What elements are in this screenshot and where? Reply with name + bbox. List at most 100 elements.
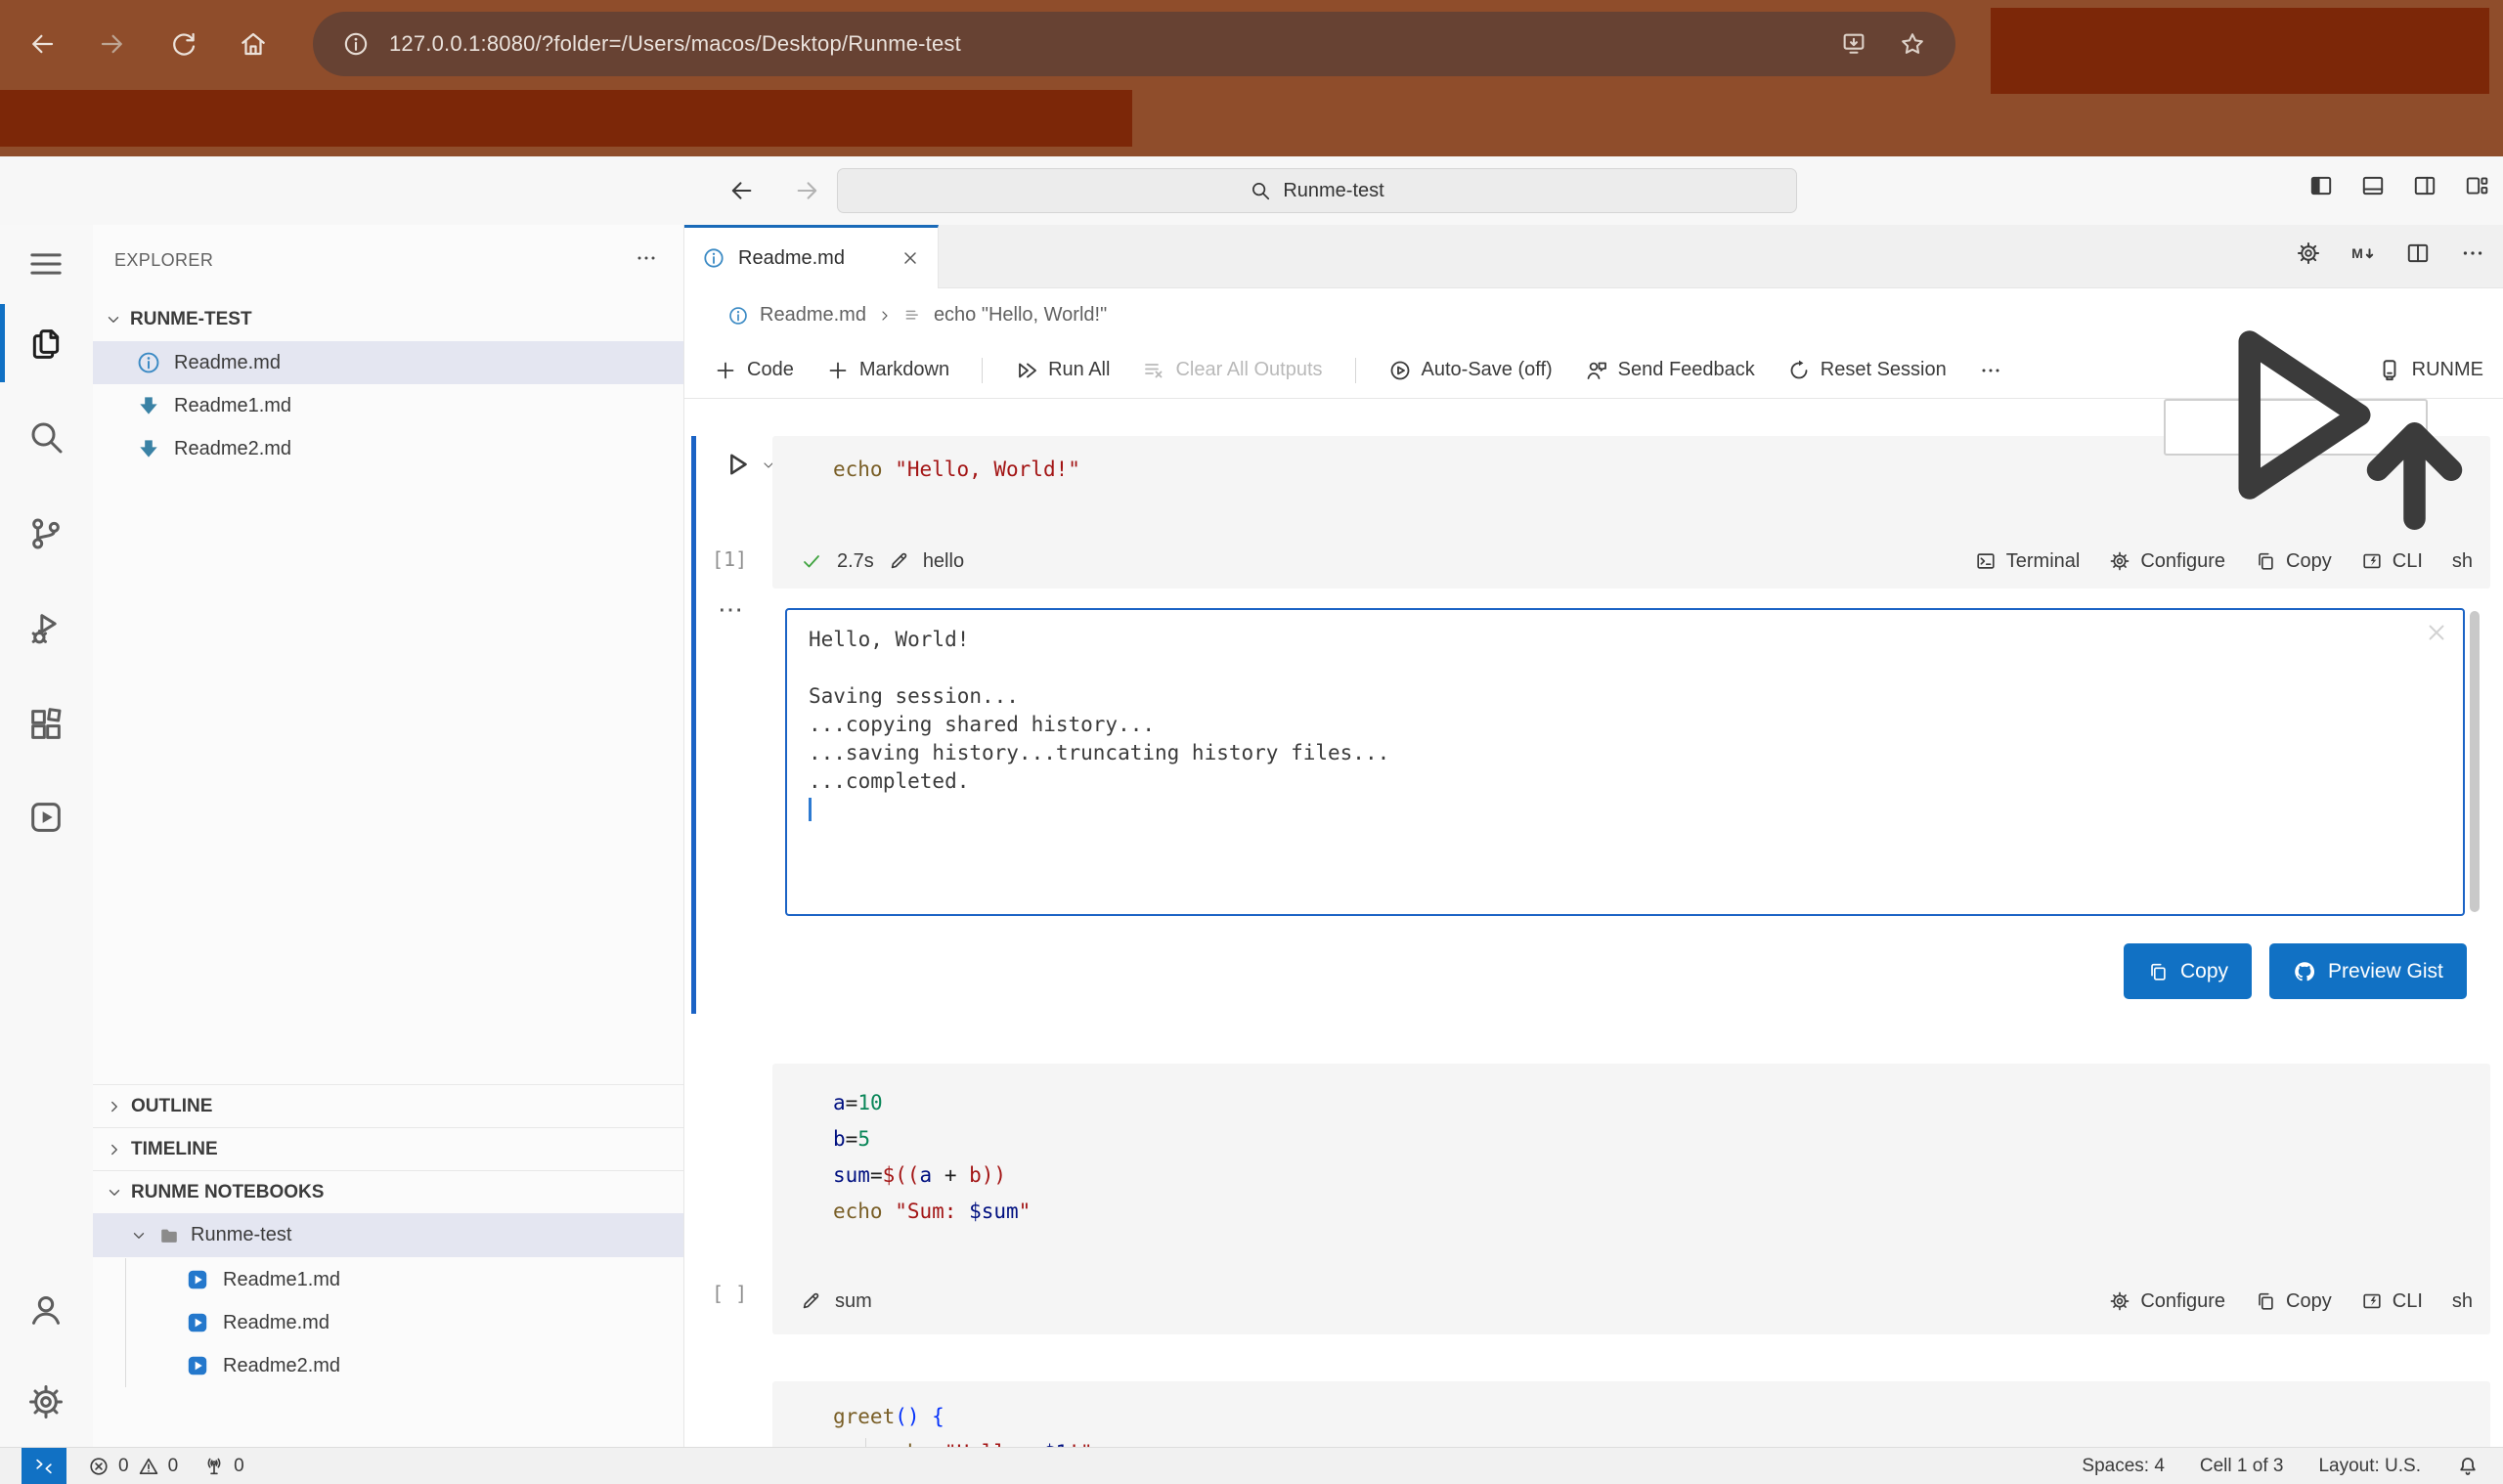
- activity-extensions[interactable]: [26, 705, 66, 744]
- pencil-icon[interactable]: [888, 550, 909, 572]
- status-layout[interactable]: Layout: U.S.: [2318, 1456, 2421, 1477]
- cell-name[interactable]: sum: [835, 1290, 872, 1313]
- cell-action-cli[interactable]: CLI: [2361, 1290, 2423, 1313]
- problems-indicator[interactable]: 0 0: [88, 1456, 178, 1477]
- run-cell-button[interactable]: [721, 448, 754, 481]
- cell-hover-toolbar: [2164, 399, 2428, 456]
- cell-action-terminal[interactable]: Terminal: [1975, 550, 2081, 573]
- cell-code[interactable]: a=10b=5sum=$((a + b))echo "Sum: $sum": [833, 1085, 1031, 1230]
- activity-menu[interactable]: [26, 244, 66, 284]
- toolbar-send-feedback[interactable]: Send Feedback: [1585, 359, 1755, 382]
- browser-reload-icon[interactable]: [168, 29, 198, 59]
- toolbar-more[interactable]: [1979, 359, 2002, 382]
- notifications-bell-icon[interactable]: [2456, 1455, 2480, 1478]
- workspace-section-header[interactable]: RUNME-TEST: [105, 301, 252, 338]
- cell-action-copy[interactable]: Copy: [2255, 1290, 2332, 1313]
- ports-count: 0: [234, 1456, 244, 1477]
- activity-search[interactable]: [26, 417, 66, 457]
- cell-output[interactable]: Hello, World! Saving session... ...copyi…: [785, 608, 2465, 916]
- close-icon[interactable]: [900, 248, 920, 268]
- vscode-titlebar: Runme-test: [0, 156, 2503, 225]
- install-app-icon[interactable]: [1840, 30, 1867, 58]
- notebooks-folder-row[interactable]: Runme-test: [93, 1213, 683, 1257]
- activity-runme-notebooks[interactable]: [26, 798, 66, 837]
- command-center[interactable]: Runme-test: [837, 168, 1797, 213]
- code-cell-2[interactable]: a=10b=5sum=$((a + b))echo "Sum: $sum" su…: [772, 1064, 2490, 1334]
- toolbar-reset-session[interactable]: Reset Session: [1787, 359, 1947, 382]
- activity-bar: [0, 225, 93, 1447]
- status-spaces[interactable]: Spaces: 4: [2082, 1456, 2165, 1477]
- activity-source-control[interactable]: [26, 514, 66, 553]
- runme-activity-icon: [26, 798, 66, 837]
- toolbar-run-all[interactable]: Run All: [1015, 359, 1110, 382]
- breadcrumb-file[interactable]: Readme.md: [760, 304, 866, 327]
- activity-run-debug[interactable]: [26, 609, 66, 648]
- toolbar-markdown[interactable]: Markdown: [826, 359, 949, 382]
- search-icon: [1250, 180, 1271, 201]
- activity-settings[interactable]: [26, 1382, 66, 1421]
- run-all-icon: [1015, 359, 1038, 382]
- activity-accounts[interactable]: [26, 1290, 66, 1330]
- file-row-Readme1.md[interactable]: Readme1.md: [93, 384, 683, 427]
- remote-icon: [33, 1456, 55, 1477]
- history-forward-icon[interactable]: [794, 177, 821, 204]
- copy-button[interactable]: Copy: [2124, 943, 2252, 999]
- breadcrumb-cell[interactable]: echo "Hello, World!": [934, 304, 1107, 327]
- toolbar-clear-all-outputs[interactable]: Clear All Outputs: [1142, 359, 1322, 382]
- file-label: Readme1.md: [223, 1269, 340, 1291]
- customize-layout-icon[interactable]: [2464, 173, 2489, 198]
- browser-back-icon[interactable]: [27, 29, 57, 59]
- toggle-secondary-sidebar-icon[interactable]: [2412, 173, 2437, 198]
- cell-action-sh[interactable]: sh: [2452, 1290, 2473, 1313]
- file-row-Readme.md[interactable]: Readme.md: [93, 341, 683, 384]
- history-back-icon[interactable]: [727, 177, 755, 204]
- code-cell-3[interactable]: greet() { echo "Hello, $1!": [772, 1381, 2490, 1447]
- file-row-Readme2.md[interactable]: Readme2.md: [93, 427, 683, 470]
- output-scrollbar[interactable]: [2470, 611, 2480, 912]
- browser-home-icon[interactable]: [239, 29, 268, 59]
- ports-indicator[interactable]: 0: [203, 1456, 244, 1477]
- markdown-preview-icon[interactable]: M: [2350, 240, 2376, 266]
- toolbar-code[interactable]: Code: [714, 359, 794, 382]
- more-actions-icon[interactable]: [2460, 240, 2485, 266]
- split-editor-icon[interactable]: [2405, 240, 2431, 266]
- cell-action-configure[interactable]: Configure: [2109, 1290, 2225, 1313]
- sidebar-section-outline[interactable]: OUTLINE: [93, 1084, 683, 1127]
- browser-forward-icon[interactable]: [98, 29, 127, 59]
- status-cell-position[interactable]: Cell 1 of 3: [2200, 1456, 2284, 1477]
- notebook-row-Readme1.md[interactable]: Readme1.md: [93, 1258, 683, 1301]
- sidebar-section-timeline[interactable]: TIMELINE: [93, 1127, 683, 1170]
- remote-indicator[interactable]: [22, 1448, 66, 1484]
- reset-icon: [1787, 359, 1811, 382]
- toolbar-auto-save-off-[interactable]: Auto-Save (off): [1388, 359, 1553, 382]
- gear-icon: [26, 1382, 66, 1421]
- execute-above-icon[interactable]: [2182, 281, 2476, 574]
- preview-gist-button[interactable]: Preview Gist: [2269, 943, 2467, 999]
- sidebar-section-runme-notebooks[interactable]: RUNME NOTEBOOKS: [93, 1170, 683, 1213]
- explorer-more-icon[interactable]: [635, 246, 658, 270]
- file-info-icon: [727, 305, 749, 327]
- gear-icon[interactable]: [2296, 240, 2321, 266]
- toggle-sidebar-icon[interactable]: [2308, 173, 2334, 198]
- bookmark-star-icon[interactable]: [1899, 30, 1926, 58]
- execute-below-icon[interactable]: [2476, 281, 2503, 574]
- chevron-down-icon: [130, 1227, 148, 1244]
- address-bar[interactable]: 127.0.0.1:8080/?folder=/Users/macos/Desk…: [313, 12, 1955, 76]
- cell-code[interactable]: echo "Hello, World!": [833, 452, 1080, 488]
- notebook-row-Readme.md[interactable]: Readme.md: [93, 1301, 683, 1344]
- activity-explorer[interactable]: [26, 325, 66, 364]
- toggle-panel-icon[interactable]: [2360, 173, 2386, 198]
- warning-count: 0: [168, 1456, 179, 1477]
- action-label: sh: [2452, 1290, 2473, 1313]
- svg-text:M: M: [2351, 245, 2363, 261]
- output-gutter-dots[interactable]: ⋯: [718, 594, 745, 625]
- url-text[interactable]: 127.0.0.1:8080/?folder=/Users/macos/Desk…: [389, 31, 961, 57]
- tab-readme[interactable]: Readme.md: [684, 225, 939, 288]
- cell-name[interactable]: hello: [923, 550, 964, 573]
- notebook-row-Readme2.md[interactable]: Readme2.md: [93, 1344, 683, 1387]
- pencil-icon[interactable]: [800, 1290, 821, 1312]
- site-info-icon[interactable]: [342, 30, 370, 58]
- code-line: sum=$((a + b)): [833, 1157, 1031, 1194]
- close-output-icon[interactable]: [2424, 620, 2449, 645]
- cell-code[interactable]: greet() { echo "Hello, $1!": [833, 1399, 1093, 1447]
